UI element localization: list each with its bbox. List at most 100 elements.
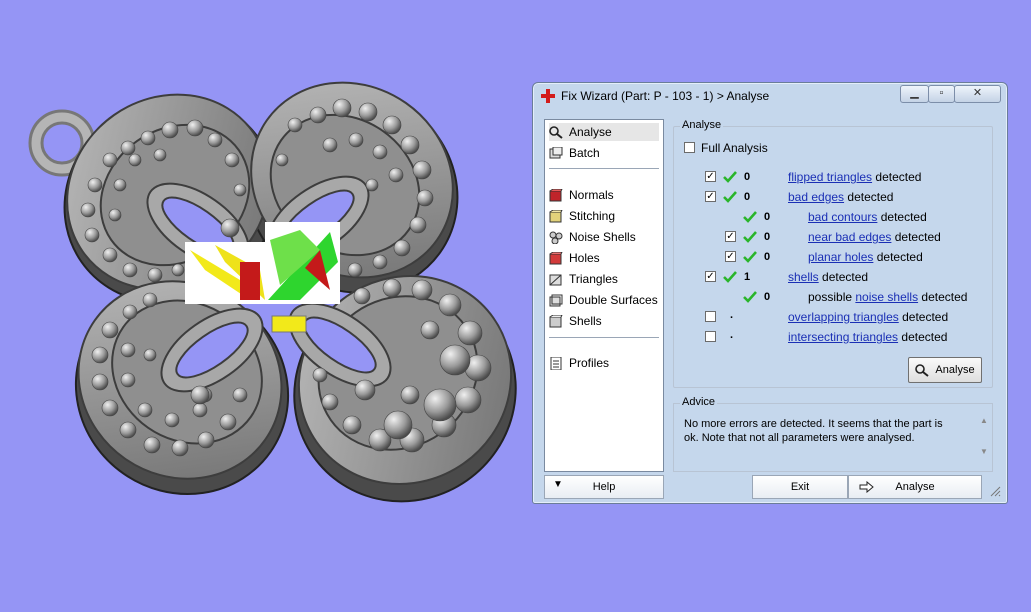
full-analysis-label: Full Analysis — [701, 141, 768, 155]
sidebar-item-stitching[interactable]: Stitching — [549, 207, 659, 225]
red-cross-icon — [541, 89, 555, 103]
result-prefix: possible — [808, 290, 853, 304]
sidebar-item-normals[interactable]: Normals — [549, 186, 659, 204]
result-count: 1 — [744, 271, 751, 283]
row-checkbox[interactable]: ✓ — [705, 191, 716, 202]
result-count: 0 — [744, 171, 751, 183]
resize-grip-icon[interactable] — [989, 485, 1001, 497]
sidebar-item-label: Noise Shells — [569, 230, 636, 244]
ok-check-icon — [743, 251, 757, 263]
result-count: 0 — [764, 291, 771, 303]
fix-wizard-window: Fix Wizard (Part: P - 103 - 1) > Analyse… — [532, 82, 1008, 504]
double-surfaces-icon — [549, 294, 563, 306]
row-checkbox[interactable]: ✓ — [705, 271, 716, 282]
result-count: . — [730, 309, 734, 321]
sidebar-item-shells[interactable]: Shells — [549, 312, 659, 330]
shells-link[interactable]: shells — [788, 270, 819, 284]
planar-holes-link[interactable]: planar holes — [808, 250, 873, 264]
close-icon: ✕ — [972, 87, 983, 99]
result-row-bad-contours: 0 bad contours detected — [674, 209, 990, 225]
full-analysis-row[interactable]: Full Analysis — [684, 140, 768, 156]
result-suffix: detected — [822, 270, 869, 284]
result-count: . — [730, 329, 734, 341]
result-row-bad-edges: ✓ 0 bad edges detected — [674, 189, 990, 205]
sidebar-item-holes[interactable]: Holes — [549, 249, 659, 267]
near-bad-edges-link[interactable]: near bad edges — [808, 230, 891, 244]
stitching-cube-icon — [549, 209, 563, 222]
analyse-group: Analyse Full Analysis ✓ 0 flipped triang… — [673, 119, 993, 388]
sidebar-item-analyse[interactable]: Analyse — [549, 123, 659, 141]
result-suffix: detected — [875, 170, 922, 184]
result-suffix: detected — [880, 210, 927, 224]
help-button[interactable]: ▼ Help — [544, 475, 664, 499]
normals-cube-icon — [549, 188, 563, 201]
noise-shells-link[interactable]: noise shells — [855, 290, 918, 304]
intersecting-triangles-link[interactable]: intersecting triangles — [788, 330, 898, 344]
sidebar-divider — [549, 168, 659, 169]
sidebar-item-batch[interactable]: Batch — [549, 144, 659, 162]
result-suffix: detected — [921, 290, 968, 304]
sidebar-item-label: Profiles — [569, 356, 610, 370]
profiles-icon — [550, 356, 562, 370]
sidebar-item-label: Double Surfaces — [569, 293, 658, 307]
sidebar-item-label: Shells — [569, 314, 602, 328]
maximize-button[interactable]: ▫ — [928, 85, 955, 103]
shells-cube-icon — [549, 314, 563, 327]
sidebar-item-label: Normals — [569, 188, 614, 202]
sidebar-item-label: Batch — [569, 146, 600, 160]
next-analyse-button[interactable]: Analyse — [848, 475, 982, 499]
arrow-right-icon — [859, 481, 874, 493]
row-checkbox[interactable] — [705, 311, 716, 322]
sidebar-item-label: Holes — [569, 251, 600, 265]
title-bar[interactable]: Fix Wizard (Part: P - 103 - 1) > Analyse… — [533, 83, 1007, 109]
batch-icon — [549, 146, 563, 158]
result-count: 0 — [764, 211, 771, 223]
row-checkbox[interactable]: ✓ — [705, 171, 716, 182]
sidebar-item-double-surfaces[interactable]: Double Surfaces — [549, 291, 659, 309]
advice-legend: Advice — [680, 396, 718, 408]
noise-shells-icon — [549, 231, 563, 244]
result-row-planar-holes: ✓ 0 planar holes detected — [674, 249, 990, 265]
ok-check-icon — [743, 291, 757, 303]
result-suffix: detected — [876, 250, 923, 264]
row-checkbox[interactable]: ✓ — [725, 231, 736, 242]
help-button-label: Help — [592, 481, 616, 493]
analyse-button[interactable]: Analyse — [908, 357, 982, 383]
sidebar-item-profiles[interactable]: Profiles — [549, 354, 659, 372]
advice-text: No more errors are detected. It seems th… — [684, 418, 943, 444]
result-count: 0 — [764, 251, 771, 263]
maximize-icon: ▫ — [939, 87, 944, 99]
next-analyse-button-label: Analyse — [895, 481, 935, 493]
sidebar-item-noise-shells[interactable]: Noise Shells — [549, 228, 659, 246]
row-checkbox[interactable]: ✓ — [725, 251, 736, 262]
advice-group: Advice No more errors are detected. It s… — [673, 396, 993, 472]
wizard-sidebar: Analyse Batch Normals Stitching Noise Sh… — [544, 119, 664, 472]
sidebar-item-triangles[interactable]: Triangles — [549, 270, 659, 288]
result-suffix: detected — [902, 310, 949, 324]
result-row-intersecting-triangles: . intersecting triangles detected — [674, 329, 990, 345]
scroll-down-icon[interactable]: ▼ — [978, 447, 990, 456]
bad-contours-link[interactable]: bad contours — [808, 210, 877, 224]
exit-button[interactable]: Exit — [752, 475, 848, 499]
result-row-near-bad-edges: ✓ 0 near bad edges detected — [674, 229, 990, 245]
triangle-down-icon: ▼ — [553, 479, 563, 490]
result-row-shells: ✓ 1 shells detected — [674, 269, 990, 285]
sidebar-divider — [549, 337, 659, 338]
bad-edges-link[interactable]: bad edges — [788, 190, 844, 204]
close-button[interactable]: ✕ — [954, 85, 1001, 103]
result-row-flipped-triangles: ✓ 0 flipped triangles detected — [674, 169, 990, 185]
full-analysis-checkbox[interactable] — [684, 142, 695, 153]
overlapping-triangles-link[interactable]: overlapping triangles — [788, 310, 899, 324]
minimize-button[interactable]: ▁ — [900, 85, 929, 103]
ok-check-icon — [743, 211, 757, 223]
ok-check-icon — [723, 271, 737, 283]
advice-scrollbar[interactable]: ▲ ▼ — [978, 416, 990, 466]
result-count: 0 — [744, 191, 751, 203]
exit-button-label: Exit — [790, 481, 810, 493]
result-count: 0 — [764, 231, 771, 243]
row-checkbox[interactable] — [705, 331, 716, 342]
sidebar-item-label: Triangles — [569, 272, 618, 286]
flipped-triangles-link[interactable]: flipped triangles — [788, 170, 872, 184]
scroll-up-icon[interactable]: ▲ — [978, 416, 990, 425]
sidebar-item-label: Stitching — [569, 209, 616, 223]
